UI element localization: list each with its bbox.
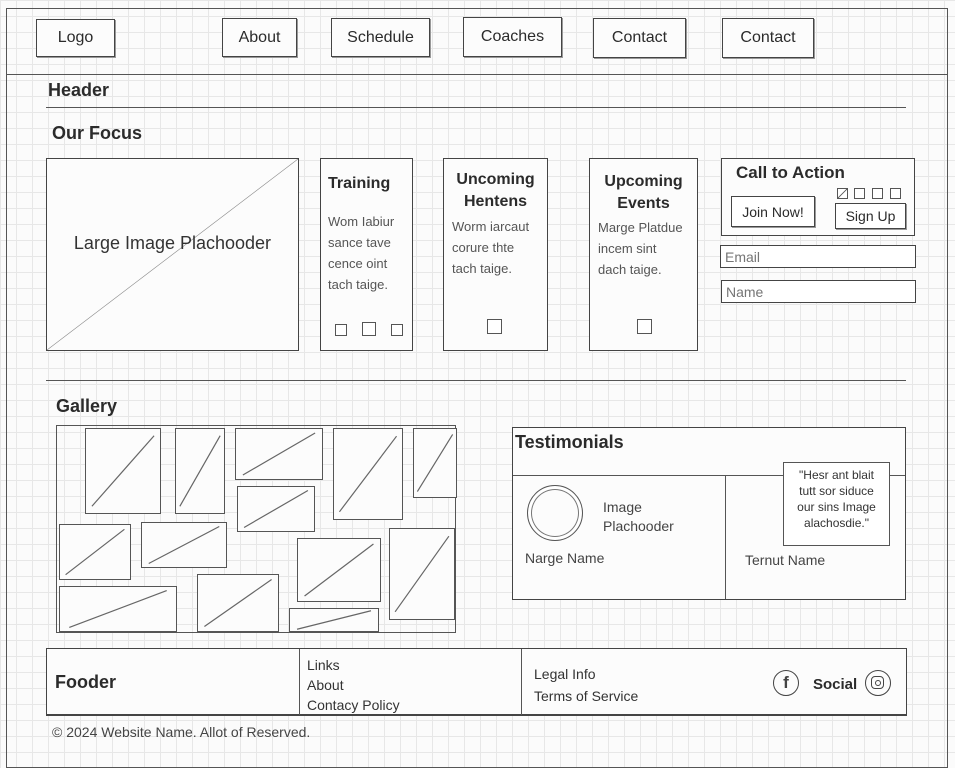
nav-divider (6, 74, 948, 75)
gallery-image[interactable] (59, 586, 177, 632)
checkbox-icon[interactable] (335, 324, 347, 336)
facebook-icon[interactable]: f (773, 670, 799, 696)
card-text-line: tach taige. (452, 261, 512, 276)
checkbox-icon[interactable] (637, 319, 652, 334)
instagram-icon[interactable] (865, 670, 891, 696)
checkbox-icon[interactable] (890, 188, 901, 199)
email-field[interactable] (720, 245, 916, 268)
copyright-text: © 2024 Website Name. Allot of Reserved. (52, 724, 311, 740)
checkbox-icon[interactable] (391, 324, 403, 336)
nav-coaches[interactable]: Coaches (463, 17, 562, 57)
card-text-line: Marge Platdue (598, 220, 683, 235)
card-text-line: dach taige. (598, 262, 662, 277)
gallery-grid (56, 425, 457, 633)
quote-line: "Hesr ant blait (799, 468, 874, 482)
gallery-image[interactable] (175, 428, 225, 514)
quote-line: our sins Image (797, 500, 876, 514)
social-label: Social (813, 676, 858, 693)
card-text-line: tach taige. (328, 277, 388, 292)
footer: Fooder Links About Contacy Policy Legal … (46, 648, 907, 716)
nav-contact-2[interactable]: Contact (722, 18, 814, 58)
large-image-label: Large Image Plachooder (73, 233, 272, 253)
card-title: Uncoming Hentens (456, 171, 535, 210)
card-text-line: corure thte (452, 240, 515, 255)
header-divider (46, 107, 906, 108)
image-placeholder-diagonal (47, 159, 298, 350)
testimonials-separator (725, 475, 726, 599)
header-title: Header (48, 80, 110, 100)
focus-card-training[interactable]: Training Wom Iabiur sance tave cence oin… (320, 158, 413, 351)
name-field[interactable] (721, 280, 916, 303)
gallery-image[interactable] (85, 428, 161, 514)
testimonial-name: Narge Name (525, 550, 605, 566)
gallery-image[interactable] (297, 538, 381, 602)
card-text-line: sance tave (328, 235, 391, 250)
image-placeholder-label: Image (603, 499, 642, 515)
gallery-image[interactable] (237, 486, 315, 532)
card-text-line: incem sint (598, 241, 657, 256)
focus-card-events[interactable]: Upcoming Events Marge Platdue incem sint… (589, 158, 698, 351)
gallery-image[interactable] (289, 608, 379, 632)
avatar (527, 485, 583, 541)
focus-title: Our Focus (52, 123, 143, 143)
gallery-image[interactable] (413, 428, 457, 498)
gallery-image[interactable] (141, 522, 227, 568)
quote-bubble: "Hesr ant blait tutt sor siduce our sins… (783, 462, 890, 546)
checkbox-icon[interactable] (837, 188, 848, 199)
card-title: Upcoming Events (604, 173, 683, 212)
call-to-action-panel: Call to Action Join Now! Sign Up (721, 158, 915, 236)
sign-up-button[interactable]: Sign Up (835, 203, 906, 229)
testimonial-name: Ternut Name (745, 552, 826, 568)
focus-card-uncoming[interactable]: Uncoming Hentens Worm iarcaut corure tht… (443, 158, 548, 351)
footer-terms-link[interactable]: Terms of Service (534, 685, 638, 707)
nav-contact[interactable]: Contact (593, 18, 686, 58)
logo[interactable]: Logo (36, 19, 115, 57)
gallery-image[interactable] (389, 528, 455, 620)
card-title: Training (328, 175, 391, 192)
large-image-placeholder: Large Image Plachooder (46, 158, 299, 351)
footer-links-title: Links (307, 657, 340, 673)
testimonials-panel: Testimonials Image Plachooder Narge Name… (512, 427, 906, 600)
card-text-line: Worm iarcaut (452, 219, 530, 234)
nav-about[interactable]: About (222, 18, 297, 57)
cta-title: Call to Action (736, 163, 845, 182)
checkbox-icon[interactable] (854, 188, 865, 199)
gallery-image[interactable] (235, 428, 323, 480)
checkbox-icon[interactable] (362, 322, 376, 336)
footer-title: Fooder (55, 672, 116, 692)
gallery-image[interactable] (333, 428, 403, 520)
gallery-image[interactable] (197, 574, 279, 632)
footer-separator (299, 649, 300, 715)
footer-legal-title: Legal Info (534, 666, 596, 682)
quote-line: tutt sor siduce (799, 484, 874, 498)
footer-separator (521, 649, 522, 715)
footer-link-about[interactable]: About (307, 675, 400, 695)
gallery-title: Gallery (56, 396, 118, 416)
nav-schedule[interactable]: Schedule (331, 18, 430, 57)
checkbox-icon[interactable] (872, 188, 883, 199)
join-now-button[interactable]: Join Now! (731, 196, 815, 227)
image-placeholder-label: Plachooder (603, 518, 674, 534)
gallery-image[interactable] (59, 524, 131, 580)
footer-link-contact-policy[interactable]: Contacy Policy (307, 695, 400, 715)
testimonials-title: Testimonials (515, 432, 624, 452)
quote-line: alachosdie." (804, 516, 869, 530)
card-text-line: cence oint (328, 256, 388, 271)
card-text-line: Wom Iabiur (328, 214, 395, 229)
section-divider (46, 380, 906, 381)
checkbox-icon[interactable] (487, 319, 502, 334)
